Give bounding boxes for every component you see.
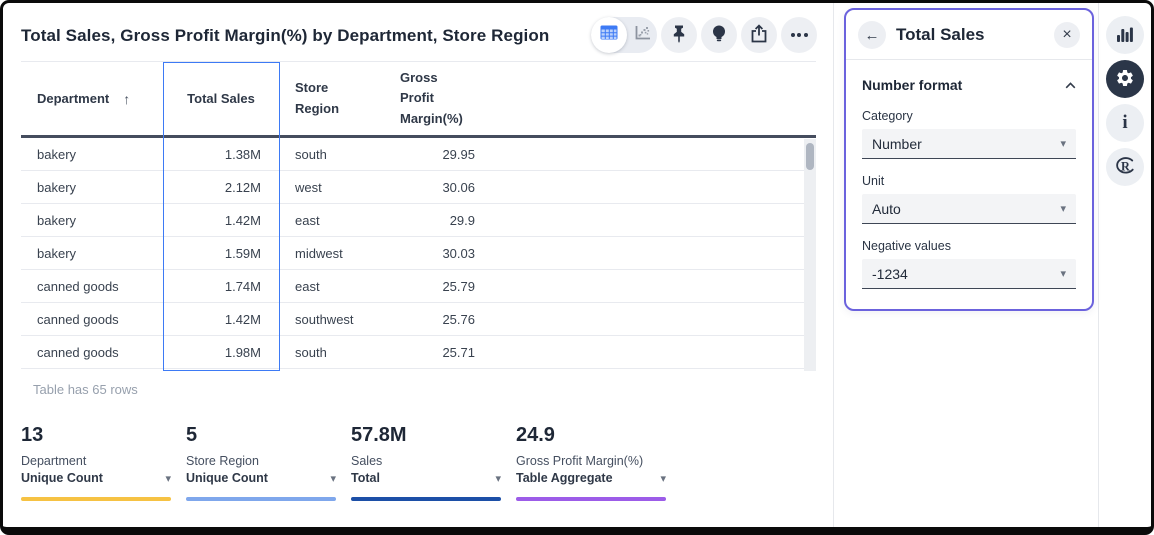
- stat-accent-bar: [516, 497, 666, 501]
- table-header-row: Department ↑ Total Sales Store Region Gr…: [21, 62, 816, 138]
- right-icon-rail: i R: [1098, 3, 1151, 527]
- scatter-chart-icon: [634, 25, 651, 46]
- stat-measure: Department: [21, 454, 171, 468]
- panel-title: Total Sales: [896, 25, 1054, 45]
- table-row: canned goods 1.42M southwest 25.76: [21, 303, 816, 336]
- field-label-category: Category: [862, 109, 1076, 123]
- table-view-button[interactable]: [591, 17, 627, 53]
- page-title: Total Sales, Gross Profit Margin(%) by D…: [21, 17, 549, 46]
- insights-button[interactable]: [701, 17, 737, 53]
- chevron-down-icon: ▾: [1060, 267, 1066, 280]
- config-panel-area: ← Total Sales × Number format Cat: [833, 3, 1098, 527]
- negative-values-dropdown[interactable]: -1234 ▾: [862, 259, 1076, 289]
- stat-accent-bar: [351, 497, 501, 501]
- view-toggle: [591, 17, 657, 53]
- panel-header: ← Total Sales ×: [846, 10, 1092, 59]
- stat-accent-bar: [186, 497, 336, 501]
- chevron-down-icon: ▾: [495, 472, 501, 485]
- column-header-total-sales[interactable]: Total Sales: [163, 62, 279, 135]
- table-row: bakery 2.12M west 30.06: [21, 171, 816, 204]
- info-icon: i: [1122, 112, 1127, 134]
- aggregation-selector[interactable]: Unique Count ▾: [21, 471, 171, 485]
- chevron-down-icon: ▾: [165, 472, 171, 485]
- pin-icon: [670, 24, 688, 47]
- chevron-down-icon: ▾: [660, 472, 666, 485]
- close-button[interactable]: ×: [1054, 22, 1080, 48]
- lightbulb-icon: [711, 24, 727, 47]
- unit-dropdown[interactable]: Auto ▾: [862, 194, 1076, 224]
- settings-button[interactable]: [1106, 60, 1144, 98]
- stat-value: 13: [21, 424, 171, 447]
- aggregation-selector[interactable]: Total ▾: [351, 471, 501, 485]
- stat-sales: 57.8M Sales Total ▾: [351, 424, 501, 501]
- table-scrollbar-thumb[interactable]: [806, 143, 814, 170]
- stat-value: 5: [186, 424, 336, 447]
- svg-text:R: R: [1121, 159, 1130, 173]
- stat-store-region: 5 Store Region Unique Count ▾: [186, 424, 336, 501]
- table-row-count: Table has 65 rows: [33, 382, 817, 397]
- share-button[interactable]: [741, 17, 777, 53]
- toolbar: [591, 17, 817, 53]
- table-row: bakery 1.38M south 29.95: [21, 138, 816, 171]
- sort-ascending-icon: ↑: [123, 91, 130, 107]
- field-label-negative-values: Negative values: [862, 239, 1076, 253]
- column-header-store-region[interactable]: Store Region: [279, 62, 384, 135]
- format-panel: ← Total Sales × Number format Cat: [844, 8, 1094, 311]
- table-icon: [600, 25, 618, 45]
- more-options-button[interactable]: [781, 17, 817, 53]
- table-row: bakery 1.59M midwest 30.03: [21, 237, 816, 270]
- field-label-unit: Unit: [862, 174, 1076, 188]
- section-title: Number format: [862, 77, 962, 93]
- aggregation-selector[interactable]: Unique Count ▾: [186, 471, 336, 485]
- chart-settings-button[interactable]: [1106, 16, 1144, 54]
- stat-gross-profit-margin: 24.9 Gross Profit Margin(%) Table Aggreg…: [516, 424, 666, 501]
- pin-button[interactable]: [661, 17, 697, 53]
- bar-chart-icon: [1116, 26, 1134, 45]
- number-format-section-toggle[interactable]: Number format: [862, 76, 1076, 94]
- stat-value: 57.8M: [351, 424, 501, 447]
- arrow-left-icon: ←: [865, 27, 880, 44]
- r-logo-icon: R: [1114, 156, 1136, 179]
- stat-value: 24.9: [516, 424, 666, 447]
- stat-accent-bar: [21, 497, 171, 501]
- share-icon: [750, 24, 768, 46]
- chevron-down-icon: ▾: [1060, 137, 1066, 150]
- summary-stats: 13 Department Unique Count ▾ 5 Store Reg…: [21, 424, 817, 501]
- column-header-empty: [493, 62, 816, 135]
- answer-header: Total Sales, Gross Profit Margin(%) by D…: [3, 3, 833, 53]
- close-icon: ×: [1062, 26, 1071, 44]
- category-dropdown[interactable]: Number ▾: [862, 129, 1076, 159]
- app-window: Total Sales, Gross Profit Margin(%) by D…: [0, 0, 1154, 535]
- chevron-down-icon: ▾: [1060, 202, 1066, 215]
- r-analysis-button[interactable]: R: [1106, 148, 1144, 186]
- chevron-up-icon: [1065, 76, 1076, 94]
- back-button[interactable]: ←: [858, 21, 886, 49]
- table-body: bakery 1.38M south 29.95 bakery 2.12M we…: [21, 138, 816, 369]
- aggregation-selector[interactable]: Table Aggregate ▾: [516, 471, 666, 485]
- table-row: bakery 1.42M east 29.9: [21, 204, 816, 237]
- stat-measure: Sales: [351, 454, 501, 468]
- main-content: Total Sales, Gross Profit Margin(%) by D…: [3, 3, 833, 527]
- table-row: canned goods 1.74M east 25.79: [21, 270, 816, 303]
- chart-view-button[interactable]: [627, 17, 657, 53]
- column-header-gross-profit-margin[interactable]: Gross Profit Margin(%): [384, 62, 493, 135]
- info-button[interactable]: i: [1106, 104, 1144, 142]
- gear-icon: [1115, 68, 1135, 91]
- stat-measure: Store Region: [186, 454, 336, 468]
- chevron-down-icon: ▾: [330, 472, 336, 485]
- ellipsis-icon: [791, 33, 808, 37]
- column-header-department[interactable]: Department ↑: [21, 62, 163, 135]
- panel-body: Number format Category Number ▾ Unit Aut…: [846, 60, 1092, 309]
- table-row: canned goods 1.98M south 25.71: [21, 336, 816, 369]
- table-scrollbar-track: [804, 139, 816, 371]
- stat-department: 13 Department Unique Count ▾: [21, 424, 171, 501]
- data-table: Department ↑ Total Sales Store Region Gr…: [21, 61, 816, 371]
- stat-measure: Gross Profit Margin(%): [516, 454, 666, 468]
